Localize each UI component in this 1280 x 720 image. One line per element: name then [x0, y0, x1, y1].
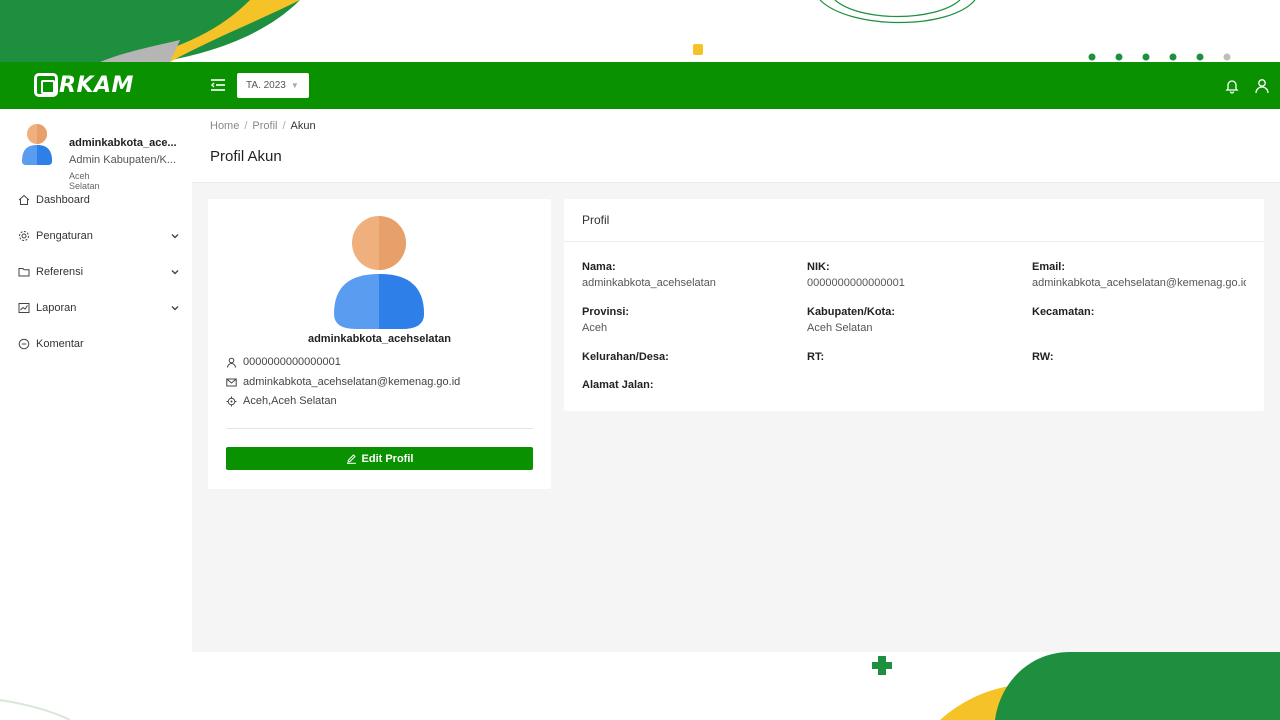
field-label-rw: RW: [1032, 351, 1054, 363]
profile-email-row: adminkabkota_acehselatan@kemenag.go.id [226, 376, 460, 388]
page-title: Profil Akun [210, 148, 282, 165]
field-label-nik: NIK: [807, 261, 830, 273]
breadcrumb: Home / Profil / Akun [210, 120, 316, 132]
sidebar-item-komentar[interactable]: Komentar [0, 326, 192, 362]
sidebar-item-label: Komentar [36, 338, 84, 350]
field-value-nama: adminkabkota_acehselatan [582, 277, 716, 289]
home-icon [18, 194, 30, 205]
gear-icon [19, 231, 29, 241]
field-label-rt: RT: [807, 351, 825, 363]
field-label-provinsi: Provinsi: [582, 306, 630, 318]
field-label-kecamatan: Kecamatan: [1032, 306, 1095, 318]
location-icon [226, 396, 237, 406]
decorative-header-band [0, 0, 1280, 62]
decorative-footer-band [0, 652, 1280, 720]
app-logo[interactable]: RKAM [34, 70, 134, 100]
field-value-email: adminkabkota_acehselatan@kemenag.go.id [1032, 277, 1246, 289]
sidebar-item-label: Dashboard [36, 194, 90, 206]
card-header: Profil [564, 199, 1264, 242]
field-label-kelurahan: Kelurahan/Desa: [582, 351, 669, 363]
card-title: Profil [582, 213, 610, 227]
sidebar-item-label: Referensi [36, 266, 84, 278]
chevron-down-icon [171, 270, 179, 275]
field-label-nama: Nama: [582, 261, 616, 273]
sidebar-menu: Dashboard Pengaturan Referensi Laporan K… [0, 182, 192, 362]
edit-profile-button[interactable]: Edit Profil [226, 447, 533, 470]
sidebar-item-laporan[interactable]: Laporan [0, 290, 192, 326]
year-select[interactable]: TA. 2023 ▼ [237, 73, 309, 98]
profile-nik-row: 0000000000000001 [226, 356, 341, 368]
user-icon[interactable] [1254, 78, 1270, 94]
year-select-value: TA. 2023 [246, 80, 286, 91]
chart-icon [18, 303, 30, 313]
field-value-nik: 0000000000000001 [807, 277, 905, 289]
chevron-down-icon [171, 234, 179, 239]
field-value-provinsi: Aceh [582, 322, 608, 334]
profile-nik: 0000000000000001 [243, 356, 341, 368]
folder-icon [18, 268, 30, 277]
sidebar-item-referensi[interactable]: Referensi [0, 254, 192, 290]
breadcrumb-profil[interactable]: Profil [252, 120, 277, 132]
field-label-kabupaten: Kabupaten/Kota: [807, 306, 895, 318]
pencil-icon [346, 454, 356, 464]
sidebar-user-name: adminkabkota_ace... [69, 137, 177, 149]
bell-icon[interactable] [1224, 78, 1240, 94]
sidebar-item-pengaturan[interactable]: Pengaturan [0, 218, 192, 254]
profile-detail-card: Profil Nama: adminkabkota_acehselatan NI… [564, 199, 1264, 411]
page-header: Home / Profil / Akun Profil Akun [192, 109, 1280, 183]
menu-toggle-icon[interactable] [209, 76, 227, 94]
profile-location-row: Aceh,Aceh Selatan [226, 395, 337, 407]
profile-summary-card: adminkabkota_acehselatan 000000000000000… [208, 199, 551, 489]
field-label-alamat: Alamat Jalan: [582, 379, 654, 391]
comment-icon [18, 338, 30, 350]
top-navbar: RKAM TA. 2023 ▼ [0, 62, 1280, 109]
sidebar-item-dashboard[interactable]: Dashboard [0, 182, 192, 218]
user-icon [227, 357, 236, 368]
breadcrumb-separator: / [244, 120, 248, 132]
breadcrumb-akun: Akun [290, 120, 316, 132]
field-value-kabupaten: Aceh Selatan [807, 322, 873, 334]
edit-profile-label: Edit Profil [361, 452, 414, 465]
chevron-down-icon: ▼ [290, 81, 299, 90]
sidebar-item-label: Laporan [36, 302, 77, 314]
sidebar-item-label: Pengaturan [36, 230, 93, 242]
breadcrumb-home[interactable]: Home [210, 120, 239, 132]
field-label-email: Email: [1032, 261, 1066, 273]
sidebar-user-role: Admin Kabupaten/K... [69, 154, 177, 166]
logo-icon [34, 73, 58, 97]
breadcrumb-separator: / [282, 120, 286, 132]
logo-text: RKAM [59, 72, 134, 98]
profile-email: adminkabkota_acehselatan@kemenag.go.id [243, 376, 461, 388]
profile-location: Aceh,Aceh Selatan [243, 395, 337, 407]
profile-username: adminkabkota_acehselatan [307, 333, 452, 345]
main-content: Home / Profil / Akun Profil Akun adminka… [192, 109, 1280, 652]
decorative-shapes [0, 652, 1280, 720]
divider [226, 428, 533, 429]
chevron-down-icon [171, 306, 179, 311]
decorative-shapes [0, 0, 1231, 62]
avatar [22, 124, 52, 165]
mail-icon [226, 378, 237, 386]
profile-avatar [334, 216, 424, 329]
sidebar: adminkabkota_ace... Admin Kabupaten/K...… [0, 109, 192, 652]
